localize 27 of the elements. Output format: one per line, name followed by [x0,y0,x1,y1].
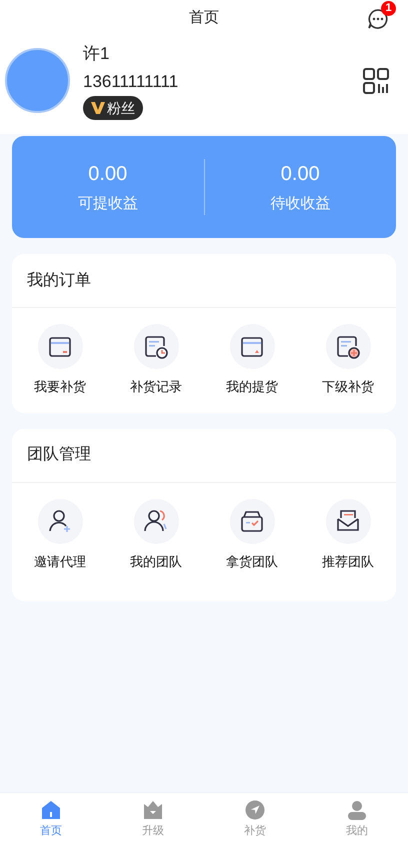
v-icon [91,101,105,115]
menu-item[interactable]: 推荐团队 [300,498,396,571]
menu-item[interactable]: 补货记录 [108,324,204,396]
message-count: 1 [381,1,396,16]
user-name: 许1 [83,43,110,65]
earnings-amount: 0.00 [280,162,320,187]
crown-icon [143,800,163,820]
user-icon [347,800,367,820]
menu-item[interactable]: 我的团队 [108,498,204,571]
send-icon [245,800,265,820]
menu-item[interactable]: 我要补货 [12,324,108,396]
message-button[interactable]: 1 [366,1,396,31]
user-phone: 13611111111 [83,70,180,92]
earnings-label: 待收收益 [270,194,330,214]
section-title: 团队管理 [27,445,91,465]
badge-label: 粉丝 [107,98,135,118]
section-title: 我的订单 [27,270,91,290]
page-title: 首页 [189,8,219,28]
menu-item[interactable]: 我的提货 [204,324,300,396]
qr-code-icon [363,68,389,94]
earnings-amount: 0.00 [88,162,128,187]
menu-item[interactable]: 下级补货 [300,324,396,396]
earnings-label: 可提收益 [78,194,138,214]
menu-item[interactable]: 邀请代理 [12,498,108,571]
menu-item[interactable]: 拿货团队 [204,498,300,571]
home-icon [41,800,61,820]
qr-code-button[interactable] [363,68,389,94]
